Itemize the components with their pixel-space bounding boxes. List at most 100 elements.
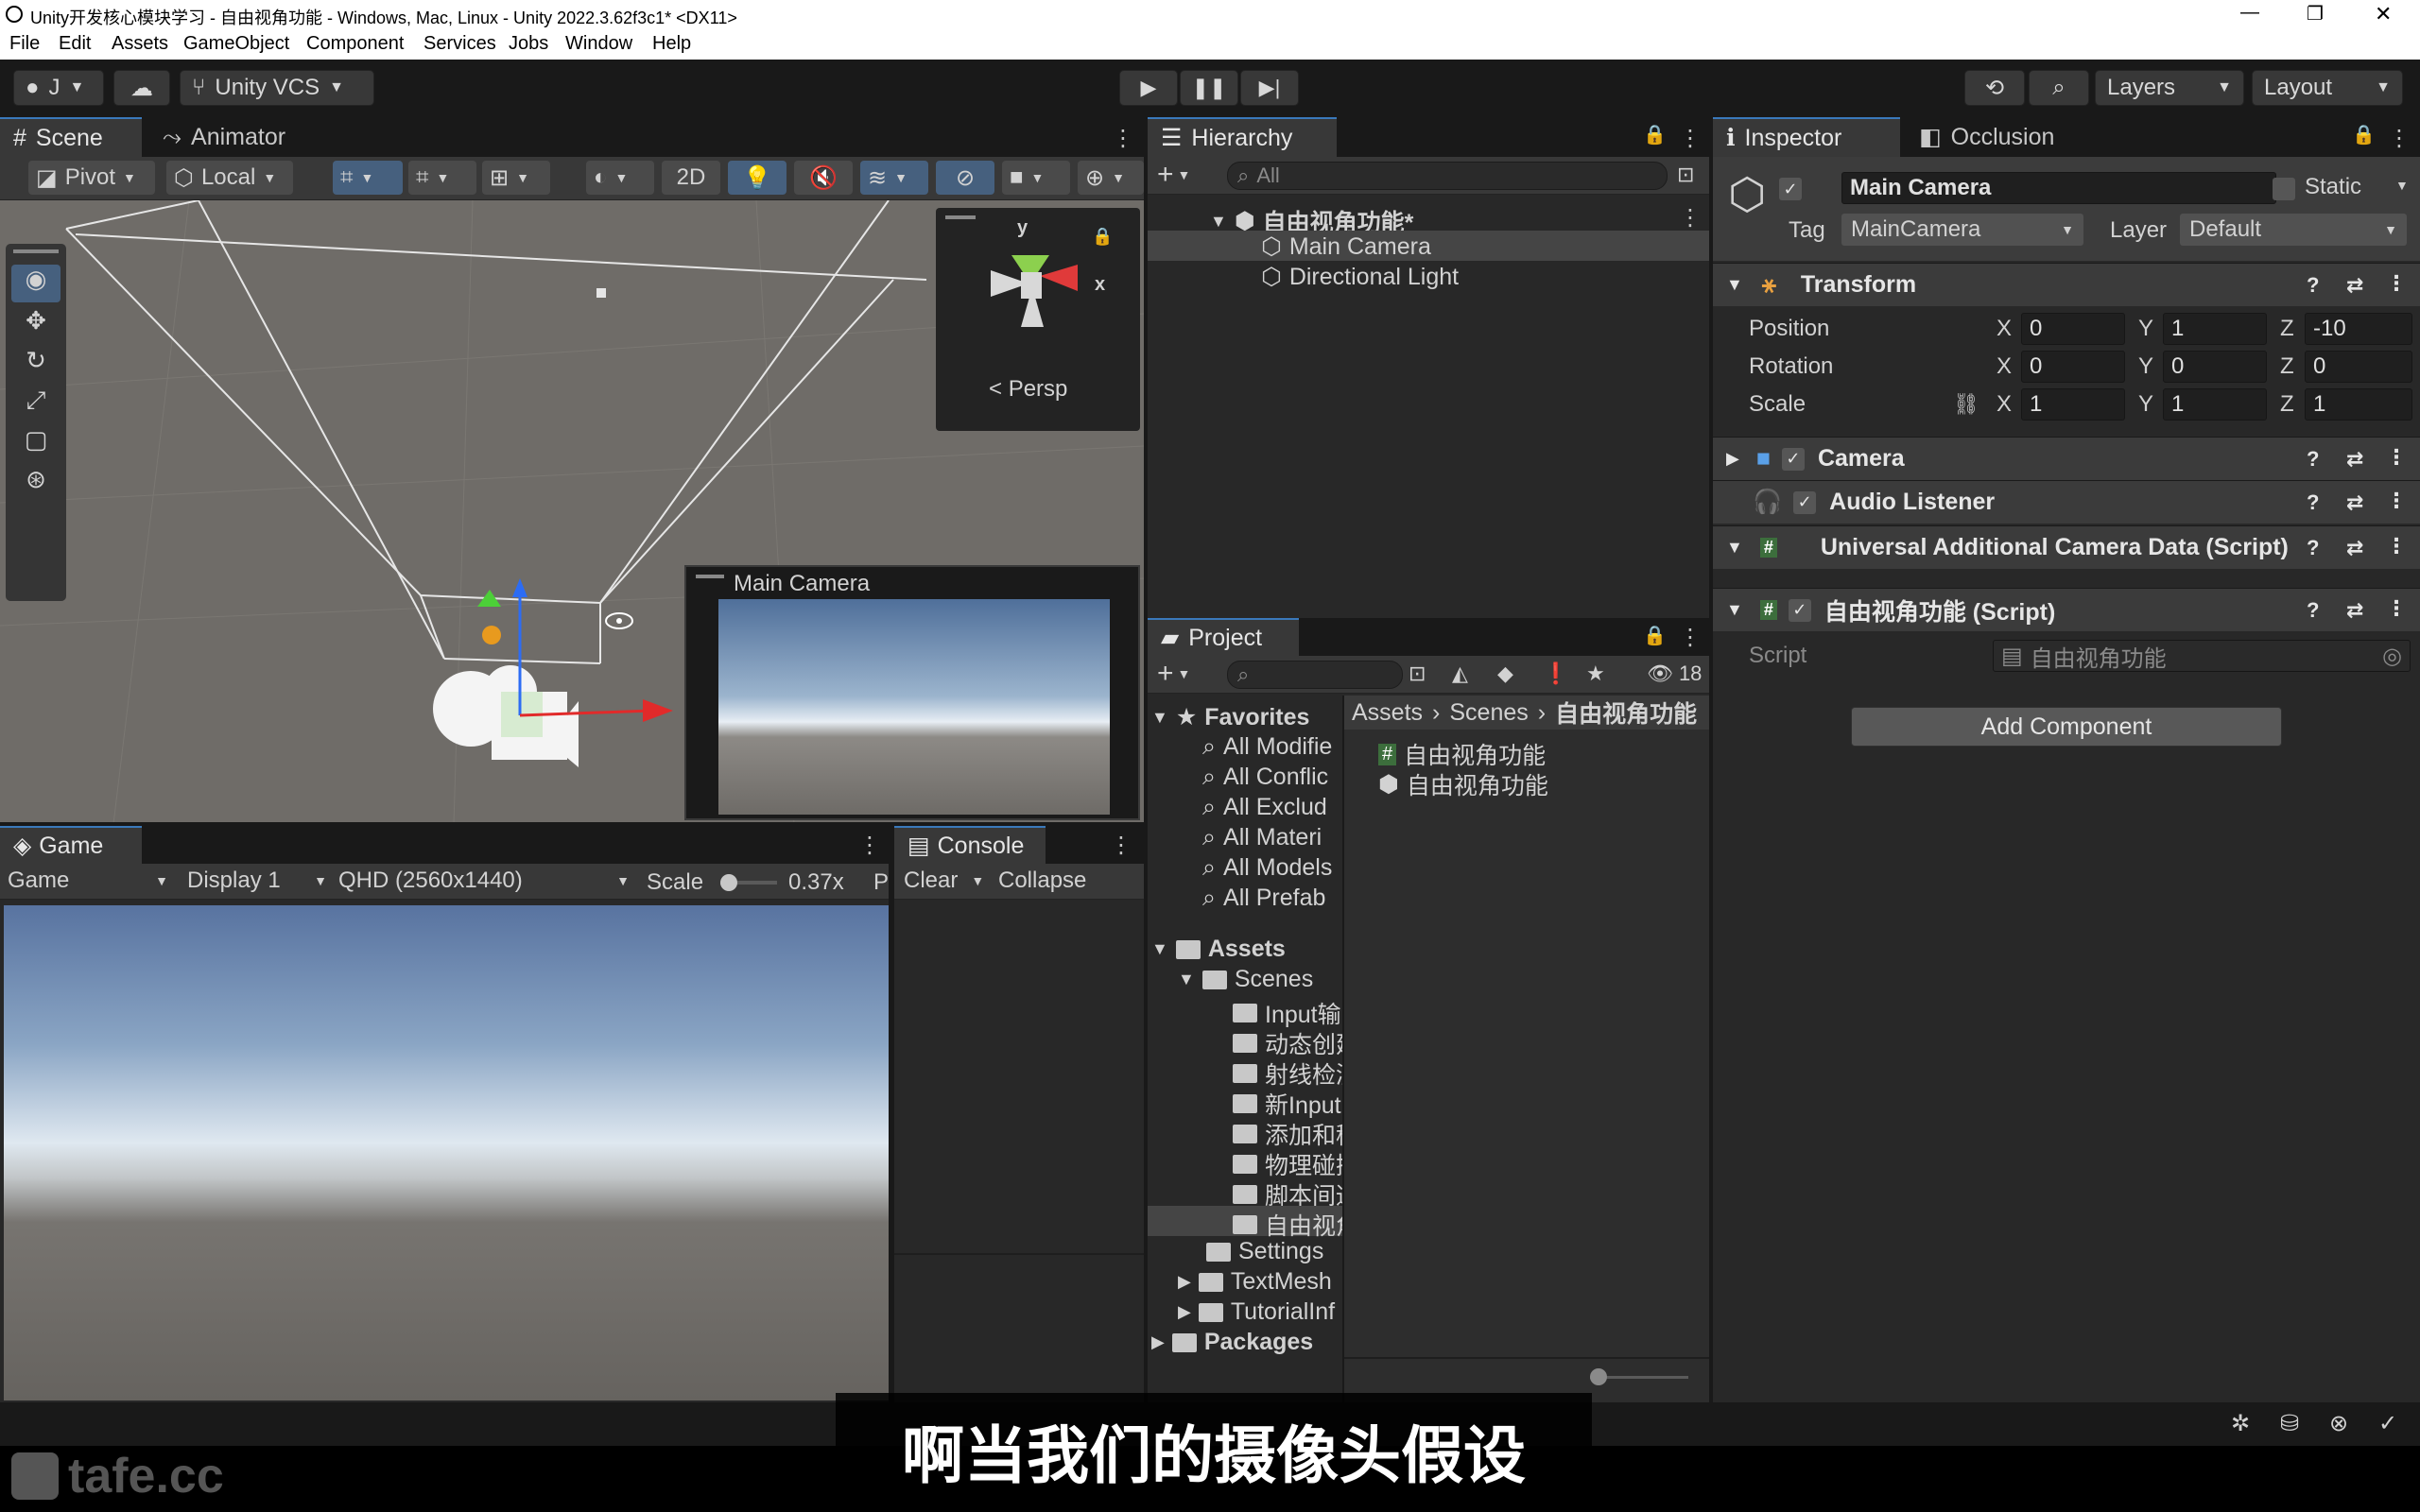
rotation-x-field[interactable]: 0 (2021, 351, 2125, 383)
more-menu-icon[interactable]: ⋮ (2386, 271, 2407, 296)
cloud-button[interactable]: ☁ (113, 70, 170, 106)
rotate-tool-button[interactable]: ↻ (11, 346, 60, 384)
network-icon[interactable]: ⊗ (2329, 1410, 2348, 1437)
scene-subfolder-selected[interactable]: 自由视角 (1233, 1208, 1342, 1242)
packages-folder[interactable]: ▶ Packages (1151, 1329, 1313, 1356)
layers-dropdown[interactable]: Layers ▼ (2095, 70, 2244, 106)
lock-icon[interactable]: 🔒 (2352, 123, 2376, 146)
scene-subfolder[interactable]: 新Input (1233, 1087, 1341, 1121)
tab-console[interactable]: ▤ Console (894, 826, 1046, 864)
hierarchy-search-input[interactable]: ⌕ All (1227, 162, 1668, 190)
help-icon[interactable]: ? (2307, 490, 2319, 515)
favorite-item[interactable]: ⌕ All Models (1202, 854, 1332, 882)
persp-label[interactable]: < Persp (989, 376, 1067, 403)
collapse-button[interactable]: Collapse (998, 868, 1086, 894)
tutorial-folder[interactable]: ▶ TutorialInf (1178, 1298, 1335, 1326)
play-focused-label[interactable]: Pl (873, 869, 889, 896)
hierarchy-item-directional-light[interactable]: ⬡ Directional Light (1261, 263, 1459, 291)
transform-tool-button[interactable]: ⊛ (11, 465, 60, 503)
favorite-item[interactable]: ⌕ All Materi (1202, 824, 1322, 851)
display-dropdown[interactable]: Display 1 ▼ (187, 868, 327, 894)
cache-icon[interactable]: ⛁ (2280, 1410, 2299, 1437)
step-button[interactable]: ▶| (1240, 70, 1299, 106)
project-search-input[interactable]: ⌕ (1227, 661, 1403, 689)
rotation-y-field[interactable]: 0 (2163, 351, 2267, 383)
more-menu-icon[interactable]: ⋮ (2388, 125, 2411, 152)
local-dropdown[interactable]: ⬡ Local ▼ (166, 161, 293, 195)
camera-component-header[interactable]: ▶ ■ ✓ Camera ? ⇄ ⋮ (1713, 437, 2420, 480)
close-button[interactable]: ✕ (2375, 2, 2392, 26)
scale-y-field[interactable]: 1 (2163, 388, 2267, 421)
preset-icon[interactable]: ⇄ (2346, 490, 2363, 515)
more-menu-icon[interactable]: ⋮ (2386, 489, 2407, 513)
gizmos-dropdown[interactable]: ⊕ ▼ (1078, 161, 1144, 195)
help-icon[interactable]: ? (2307, 598, 2319, 623)
menu-jobs[interactable]: Jobs (509, 33, 548, 55)
resolution-dropdown[interactable]: QHD (2560x1440) ▼ (338, 868, 630, 894)
move-tool-button[interactable]: ✥ (11, 306, 60, 344)
rotation-z-field[interactable]: 0 (2305, 351, 2412, 383)
mode-2d-toggle[interactable]: 2D (662, 161, 720, 195)
tab-occlusion[interactable]: ◧ Occlusion (1906, 117, 2067, 157)
hidden-count[interactable]: 👁 18 (1647, 662, 1702, 686)
help-icon[interactable]: ? (2307, 447, 2319, 472)
preset-icon[interactable]: ⇄ (2346, 273, 2363, 298)
check-icon[interactable]: ✓ (2378, 1410, 2397, 1437)
shading-dropdown[interactable]: ◐ ▼ (586, 161, 654, 195)
menu-services[interactable]: Services (424, 33, 496, 55)
favorite-item[interactable]: ⌕ All Conflic (1202, 764, 1328, 791)
audio-toggle[interactable]: 🔇 (794, 161, 853, 195)
menu-window[interactable]: Window (565, 33, 632, 55)
pivot-dropdown[interactable]: ◪ Pivot ▼ (28, 161, 155, 195)
more-menu-icon[interactable]: ⋮ (858, 832, 881, 859)
constrain-link-icon[interactable]: ⛓ (1953, 392, 1979, 417)
preset-icon[interactable]: ⇄ (2346, 598, 2363, 623)
more-menu-icon[interactable]: ⋮ (2386, 534, 2407, 558)
chevron-down-icon[interactable]: ▼ (2395, 178, 2409, 193)
menu-assets[interactable]: Assets (112, 33, 168, 55)
breadcrumb-assets[interactable]: Assets (1352, 699, 1423, 727)
drag-handle-icon[interactable] (945, 215, 976, 219)
hierarchy-item-main-camera[interactable]: ⬡ Main Camera (1261, 232, 1431, 261)
error-filter-icon[interactable]: ❗ (1543, 662, 1568, 686)
ruler-toggle[interactable]: ⊞ ▼ (482, 161, 550, 195)
position-x-field[interactable]: 0 (2021, 313, 2125, 345)
assets-folder[interactable]: ▼ Assets (1151, 936, 1286, 963)
settings-folder[interactable]: Settings (1206, 1238, 1323, 1265)
axis-gizmo-icon[interactable] (974, 217, 1106, 350)
camera-enabled-checkbox[interactable]: ✓ (1781, 447, 1805, 471)
more-menu-icon[interactable]: ⋮ (1112, 125, 1134, 152)
position-z-field[interactable]: -10 (2305, 313, 2412, 345)
maximize-button[interactable]: ❐ (2307, 2, 2324, 26)
preset-icon[interactable]: ⇄ (2346, 536, 2363, 560)
help-icon[interactable]: ? (2307, 536, 2319, 560)
debug-icon[interactable]: ✲ (2231, 1410, 2250, 1437)
label-filter-icon[interactable]: ◆ (1497, 662, 1513, 686)
free-view-script-header[interactable]: ▼ # ✓ 自由视角功能 (Script) ? ⇄ ⋮ (1713, 588, 2420, 631)
scale-tool-button[interactable]: ⤢ (11, 386, 60, 423)
menu-gameobject[interactable]: GameObject (183, 33, 289, 55)
rect-tool-button[interactable]: ▢ (11, 425, 60, 463)
view-tool-button[interactable]: ◉ (11, 265, 60, 302)
tab-scene[interactable]: # Scene (0, 117, 142, 157)
tab-animator[interactable]: ⤳ Animator (149, 117, 299, 157)
static-checkbox[interactable] (2273, 178, 2295, 200)
scene-menu-icon[interactable]: ⋮ (1679, 204, 1702, 232)
hidden-toggle[interactable]: ⊘ (936, 161, 994, 195)
lighting-toggle[interactable]: 💡 (728, 161, 786, 195)
layer-dropdown[interactable]: Default ▼ (2180, 214, 2407, 246)
game-view[interactable] (4, 905, 889, 1400)
active-checkbox[interactable]: ✓ (1779, 178, 1802, 200)
audio-listener-header[interactable]: 🎧 ✓ Audio Listener ? ⇄ ⋮ (1713, 480, 2420, 524)
scene-subfolder[interactable]: 物理碰撞 (1233, 1147, 1342, 1181)
tab-project[interactable]: ▰ Project (1148, 618, 1299, 656)
scene-subfolder[interactable]: 动态创建 (1233, 1026, 1342, 1060)
preset-icon[interactable]: ⇄ (2346, 447, 2363, 472)
search-button[interactable]: ⌕ (2029, 70, 2089, 106)
favorite-item[interactable]: ⌕ All Prefab (1202, 885, 1325, 912)
icon-size-slider[interactable] (1590, 1368, 1688, 1385)
more-menu-icon[interactable]: ⋮ (1679, 624, 1702, 651)
history-button[interactable]: ⟲ (1964, 70, 2025, 106)
menu-component[interactable]: Component (306, 33, 404, 55)
filter-type-icon[interactable]: ◭ (1452, 662, 1468, 686)
